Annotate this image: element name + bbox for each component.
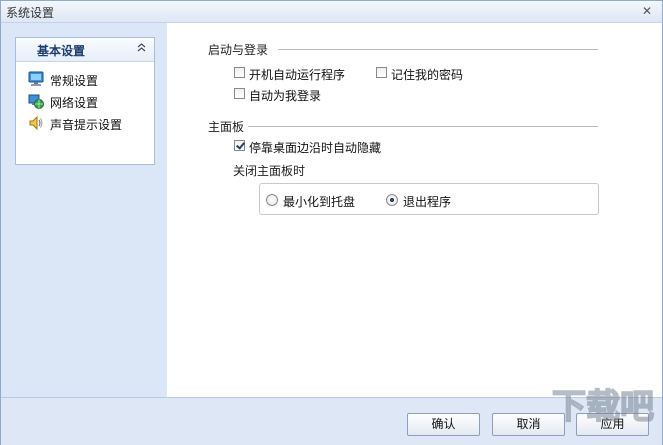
checkbox-box[interactable] [376,67,387,78]
window-title: 系统设置 [6,6,55,20]
checkbox-box[interactable] [234,140,245,151]
auto-run-checkbox[interactable]: 开机自动运行程序 [234,65,364,82]
sidebar-item-sound[interactable]: 声音提示设置 [26,114,150,132]
speaker-icon [28,115,44,131]
sidebar-item-label: 声音提示设置 [50,118,123,132]
sidebar-item-label: 网络设置 [50,96,99,110]
panel-header[interactable]: 基本设置 [16,38,154,62]
auto-login-checkbox[interactable]: 自动为我登录 [234,86,344,103]
startup-section-title: 启动与登录 [208,43,269,57]
sidebar-item-general[interactable]: 常规设置 [26,70,150,88]
remember-password-checkbox[interactable]: 记住我的密码 [376,65,486,82]
title-bar: 系统设置 ✕ [1,1,662,23]
checkbox-box[interactable] [234,67,245,78]
settings-window: 系统设置 ✕ 基本设置 常规设置 网络设置 声音提示设置 启动与登录 开机自动运… [0,0,663,445]
minimize-to-tray-radio[interactable]: 最小化到托盘 [266,192,366,209]
radio-dot[interactable] [386,194,398,206]
settings-content: 启动与登录 开机自动运行程序 记住我的密码 自动为我登录 主面板 停靠桌面边沿时… [167,23,662,397]
main-panel-section-title: 主面板 [208,120,245,134]
network-globe-icon [28,93,44,109]
section-divider [248,126,598,127]
close-panel-label: 关闭主面板时 [233,164,306,178]
monitor-icon [28,71,44,87]
checkbox-label: 停靠桌面边沿时自动隐藏 [249,141,382,155]
auto-hide-checkbox[interactable]: 停靠桌面边沿时自动隐藏 [234,138,404,155]
sidebar-item-network[interactable]: 网络设置 [26,92,150,110]
panel-header-label: 基本设置 [37,44,86,58]
collapse-icon[interactable] [136,42,147,53]
watermark-logo: 下载吧 [548,374,658,434]
checkbox-box[interactable] [234,88,245,99]
checkbox-label: 记住我的密码 [391,68,464,82]
basic-settings-panel: 基本设置 常规设置 网络设置 声音提示设置 [15,37,155,165]
radio-dot[interactable] [266,194,278,206]
close-icon[interactable]: ✕ [640,4,654,18]
checkbox-label: 自动为我登录 [249,89,322,103]
section-divider [278,49,598,50]
ok-button[interactable]: 确认 [407,413,480,436]
sidebar: 基本设置 常规设置 网络设置 声音提示设置 [1,23,167,397]
exit-program-radio[interactable]: 退出程序 [386,192,466,209]
radio-label: 退出程序 [403,195,452,209]
sidebar-item-label: 常规设置 [50,74,99,88]
checkbox-label: 开机自动运行程序 [249,68,346,82]
svg-text:下载吧: 下载吧 [552,387,654,427]
radio-label: 最小化到托盘 [283,195,356,209]
close-behavior-radio-group: 最小化到托盘 退出程序 [259,183,599,215]
